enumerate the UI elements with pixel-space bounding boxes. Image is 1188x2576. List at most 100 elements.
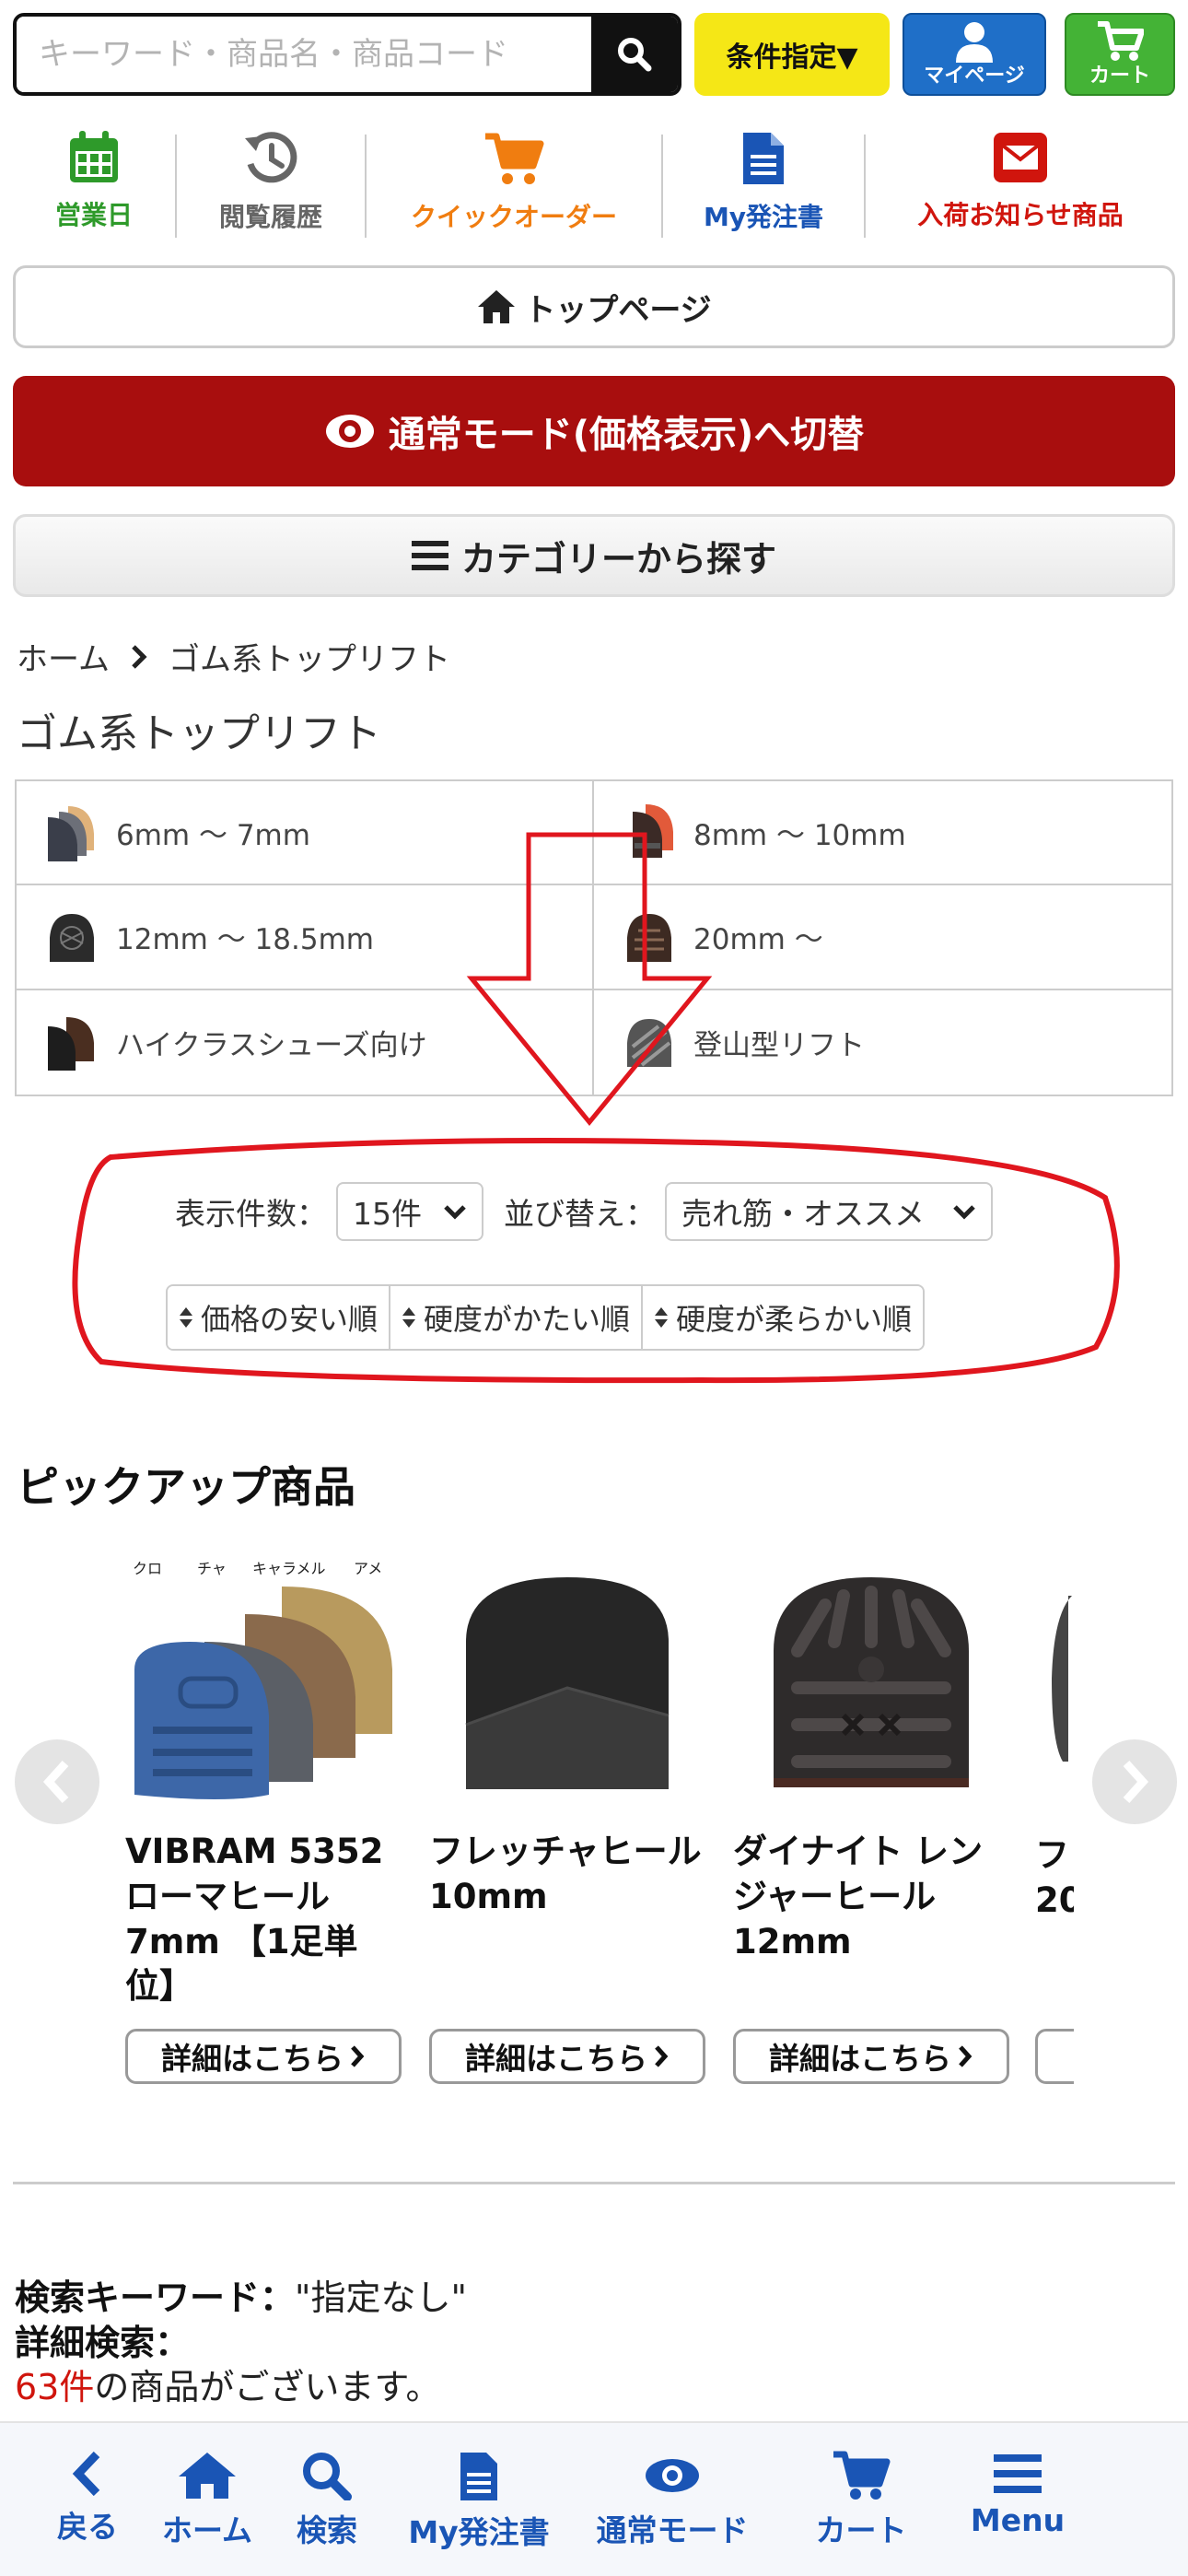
product-name[interactable]: ダイナイト レンジャーヒール 12mm <box>733 1830 1009 1964</box>
category-label: 6mm ～ 7mm <box>116 819 310 853</box>
normal-mode-switch-button[interactable]: 通常モード(価格表示)へ切替 <box>13 376 1175 486</box>
result-count-suffix: の商品がございます。 <box>94 2367 441 2408</box>
product-name[interactable]: フレッ 20 <box>1035 1833 1074 1924</box>
detail-button[interactable]: 詳細はこちら <box>733 2029 1009 2084</box>
sort-option-label: 価格の安い順 <box>201 1302 379 1337</box>
display-count-select[interactable]: 15件 <box>336 1182 483 1241</box>
category-item[interactable]: 12mm ～ 18.5mm <box>17 885 594 990</box>
tab-my-order[interactable]: My発注書 <box>396 2423 562 2576</box>
tab-label: Menu <box>970 2502 1066 2538</box>
color-label: キャラメル <box>252 1560 326 1577</box>
sort-price-low[interactable]: 価格の安い順 <box>168 1286 391 1349</box>
history-icon <box>245 132 297 183</box>
category-label: ハイクラスシューズ向け <box>116 1028 427 1062</box>
category-item[interactable]: 登山型リフト <box>594 990 1171 1095</box>
cart-icon <box>1098 21 1144 61</box>
detail-button[interactable]: 詳細はこちら <box>125 2029 402 2084</box>
product-card[interactable]: ダイナイト レンジャーヒール 12mm 詳細はこちら <box>733 1540 1009 2084</box>
search-results-summary: 検索キーワード："指定なし" 詳細検索： 63件の商品がございます。 <box>15 2276 467 2410</box>
category-search-button[interactable]: カテゴリーから探す <box>13 514 1175 597</box>
eye-icon <box>325 415 374 448</box>
tab-menu[interactable]: Menu <box>939 2423 1096 2576</box>
tab-label: 戻る <box>57 2509 118 2545</box>
quick-nav-quick-order[interactable]: クイックオーダー <box>367 123 661 243</box>
cart-icon <box>485 133 544 184</box>
detail-button[interactable]: 詳細はこちら <box>429 2029 705 2084</box>
category-label: 20mm ～ <box>693 923 823 957</box>
mypage-button[interactable]: マイページ <box>903 13 1046 96</box>
product-card-partial[interactable]: フレッ 20 <box>1035 1540 1074 2093</box>
heel-thumbnail <box>633 803 673 858</box>
detail-button[interactable] <box>1035 2029 1074 2084</box>
tab-normal-mode[interactable]: 通常モード <box>562 2423 783 2576</box>
tab-label: カート <box>815 2512 907 2548</box>
quick-nav-label: 閲覧履歴 <box>218 202 322 232</box>
pickup-title: ピックアップ商品 <box>17 1462 355 1512</box>
category-item[interactable]: 8mm ～ 10mm <box>594 781 1171 886</box>
header-search-row: 条件指定▼ マイページ カート <box>13 13 1175 100</box>
breadcrumb-home[interactable]: ホーム <box>17 634 110 679</box>
pickup-carousel: クロ チャ キャラメル アメ VIBRAM 5352 ローマヒール 7mm 【1… <box>0 1540 1188 2093</box>
product-image <box>1052 1596 1072 1762</box>
heel-thumbnail <box>627 1019 671 1068</box>
breadcrumb-current: ゴム系トップリフト <box>168 641 450 678</box>
section-divider <box>13 2182 1175 2184</box>
quick-nav-history[interactable]: 閲覧履歴 <box>177 123 365 243</box>
product-name[interactable]: VIBRAM 5352 ローマヒール 7mm 【1足単位】 <box>125 1830 402 2009</box>
display-count-value: 15件 <box>353 1196 422 1232</box>
tab-home[interactable]: ホーム <box>157 2423 258 2576</box>
heel-thumbnail <box>627 913 671 962</box>
heel-thumbnail <box>48 805 94 861</box>
category-label: 8mm ～ 10mm <box>693 819 906 853</box>
category-item[interactable]: ハイクラスシューズ向け <box>17 989 594 1095</box>
category-search-label: カテゴリーから探す <box>460 538 776 580</box>
sort-hardness-soft[interactable]: 硬度が柔らかい順 <box>643 1286 924 1349</box>
product-card[interactable]: クロ チャ キャラメル アメ VIBRAM 5352 ローマヒール 7mm 【1… <box>125 1540 402 2084</box>
search-input[interactable] <box>17 17 595 92</box>
tab-search[interactable]: 検索 <box>258 2423 396 2576</box>
product-image <box>733 1540 1009 1808</box>
bottom-tab-bar: 戻る ホーム 検索 My発注書 通常モード カート Menu <box>0 2421 1188 2576</box>
search-button[interactable] <box>591 17 678 92</box>
chevron-down-icon <box>444 1205 466 1220</box>
top-page-button[interactable]: トップページ <box>13 265 1175 348</box>
product-image: クロ チャ キャラメル アメ <box>125 1540 402 1808</box>
chevron-right-icon <box>132 644 147 669</box>
chevron-right-icon <box>655 2045 669 2067</box>
product-image <box>429 1540 705 1808</box>
quick-nav-arrival-notice[interactable]: 入荷お知らせ商品 <box>866 123 1175 243</box>
condition-button[interactable]: 条件指定▼ <box>694 13 890 96</box>
category-item[interactable]: 20mm ～ <box>594 885 1171 990</box>
sort-option-group: 価格の安い順 硬度がかたい順 硬度が柔らかい順 <box>166 1284 926 1351</box>
tab-cart[interactable]: カート <box>783 2423 939 2576</box>
product-name[interactable]: フレッチャヒール 10mm <box>429 1830 705 1920</box>
sort-arrows-icon <box>655 1307 669 1328</box>
sort-order-select[interactable]: 売れ筋・オススメ <box>665 1182 993 1241</box>
quick-nav-business-days[interactable]: 営業日 <box>13 123 175 243</box>
document-icon <box>460 2453 497 2500</box>
tab-label: My発注書 <box>408 2514 550 2550</box>
sort-hardness-hard[interactable]: 硬度がかたい順 <box>390 1286 644 1349</box>
chevron-right-icon <box>959 2045 973 2067</box>
search-box <box>13 13 681 96</box>
detail-search-label: 詳細検索： <box>15 2322 191 2363</box>
detail-button-label: 詳細はこちら <box>465 2041 647 2077</box>
category-item[interactable]: 6mm ～ 7mm <box>17 781 594 886</box>
mail-icon <box>994 133 1047 182</box>
tab-back[interactable]: 戻る <box>0 2423 175 2576</box>
product-card[interactable]: フレッチャヒール 10mm 詳細はこちら <box>429 1540 705 2084</box>
carousel-next-button[interactable] <box>1092 1739 1177 1824</box>
sort-controls: 表示件数： 15件 並び替え： 売れ筋・オススメ <box>175 1181 993 1242</box>
chevron-down-icon <box>953 1205 975 1220</box>
category-label: 登山型リフト <box>693 1028 865 1062</box>
eye-icon <box>646 2459 699 2492</box>
color-label: クロ <box>133 1560 162 1577</box>
cart-button[interactable]: カート <box>1065 13 1175 96</box>
tab-label: 検索 <box>297 2512 357 2548</box>
color-label: チャ <box>197 1560 227 1577</box>
quick-nav-my-order[interactable]: My発注書 <box>663 123 864 243</box>
back-icon <box>72 2451 100 2497</box>
search-icon <box>303 2453 352 2500</box>
chevron-right-icon <box>351 2045 365 2067</box>
heel-thumbnail <box>50 913 94 962</box>
